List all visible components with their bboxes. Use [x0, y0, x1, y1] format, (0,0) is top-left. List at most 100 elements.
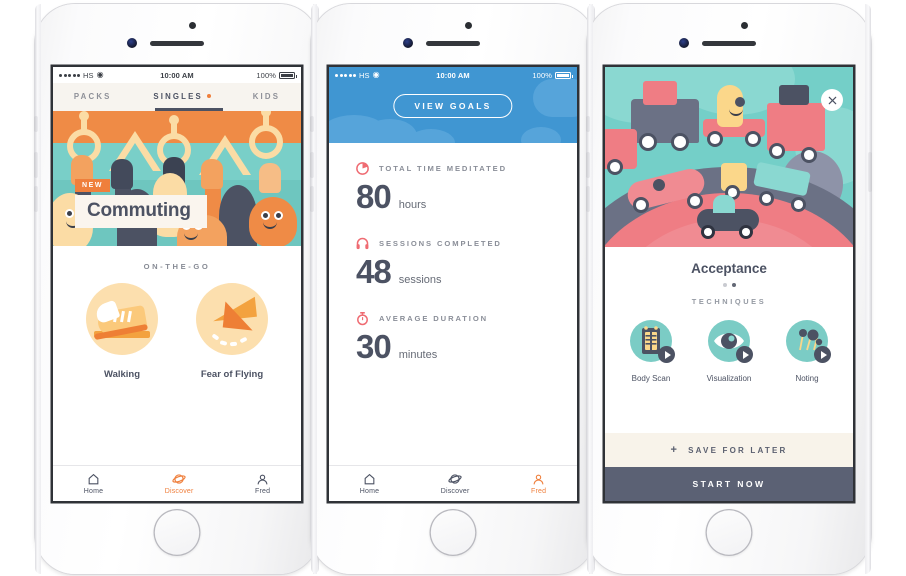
- device-edge-right: [865, 4, 871, 574]
- tab-home[interactable]: Home: [360, 473, 379, 495]
- hero-illustration-traffic: [605, 67, 853, 247]
- play-button[interactable]: [736, 346, 753, 363]
- screenshot-stage: HS ◉ 10:00 AM 100% PACKS SINGLES KIDS NE…: [0, 0, 906, 576]
- stopwatch-icon: [357, 311, 368, 326]
- volume-up-button[interactable]: [34, 152, 38, 178]
- tab-discover[interactable]: Discover: [165, 472, 194, 495]
- power-button[interactable]: [868, 152, 872, 192]
- technique-visualization[interactable]: Visualization: [698, 320, 760, 386]
- vehicle-cargo: [779, 85, 809, 105]
- wheel-icon: [701, 225, 715, 239]
- tab-fred[interactable]: Fred: [531, 473, 546, 495]
- play-button[interactable]: [658, 346, 675, 363]
- tab-fred[interactable]: Fred: [255, 473, 270, 495]
- volume-up-button[interactable]: [310, 152, 314, 178]
- character-eye: [65, 209, 74, 218]
- play-button[interactable]: [814, 346, 831, 363]
- home-button[interactable]: [429, 509, 477, 556]
- status-bar-right: 100%: [532, 71, 573, 80]
- wheel-icon: [791, 197, 806, 212]
- technique-noting[interactable]: Noting: [776, 320, 838, 386]
- card-walking[interactable]: Walking: [80, 283, 164, 382]
- stat-header: SESSIONS COMPLETED: [355, 236, 551, 251]
- character-eye: [274, 211, 283, 220]
- home-icon: [364, 473, 375, 484]
- phone-device-2: HS ◉ 10:00 AM 100% VIEW GOALS TOTAL TIME…: [310, 4, 596, 574]
- tab-home-label: Home: [83, 487, 104, 495]
- silent-switch[interactable]: [34, 116, 38, 132]
- tab-packs-label: PACKS: [73, 91, 112, 101]
- volume-down-button[interactable]: [586, 186, 590, 212]
- headphones-icon: [356, 237, 369, 250]
- cloud-shape-icon: [521, 127, 561, 143]
- volume-down-button[interactable]: [310, 186, 314, 212]
- front-camera: [127, 38, 137, 48]
- stat-value: 30: [356, 328, 392, 365]
- tab-home[interactable]: Home: [84, 473, 103, 495]
- technique-noting-label: Noting: [795, 374, 819, 383]
- technique-body-scan[interactable]: Body Scan: [620, 320, 682, 386]
- page-indicator-dots[interactable]: [605, 283, 853, 287]
- tab-fred-label: Fred: [255, 487, 271, 495]
- person-icon: [533, 474, 544, 484]
- silent-switch[interactable]: [586, 116, 590, 132]
- character-eye: [261, 211, 270, 220]
- goals-header: HS ◉ 10:00 AM 100% VIEW GOALS: [329, 67, 577, 143]
- earpiece-speaker: [702, 41, 756, 46]
- bottom-tab-bar: Home Discover Fred: [53, 465, 301, 501]
- wheel-icon: [801, 147, 817, 163]
- phone-device-1: HS ◉ 10:00 AM 100% PACKS SINGLES KIDS NE…: [34, 4, 320, 574]
- device-edge-left: [311, 4, 317, 574]
- stat-label: TOTAL TIME MEDITATED: [379, 164, 507, 173]
- save-for-later-label: SAVE FOR LATER: [688, 445, 788, 455]
- home-icon: [88, 473, 99, 484]
- hero-illustration-commuting[interactable]: NEW Commuting: [53, 111, 301, 246]
- save-for-later-button[interactable]: + SAVE FOR LATER: [605, 433, 853, 467]
- hero-title: Commuting: [87, 200, 191, 221]
- wheel-icon: [633, 197, 649, 213]
- card-fear-of-flying-label: Fear of Flying: [200, 369, 264, 380]
- battery-icon: [279, 71, 297, 79]
- paper-plane-icon: [196, 283, 268, 355]
- proximity-sensor: [465, 22, 472, 29]
- vehicle-cargo: [643, 81, 677, 105]
- start-now-button[interactable]: START NOW: [605, 467, 853, 501]
- close-button[interactable]: [821, 89, 843, 111]
- status-bar: HS ◉ 10:00 AM 100%: [329, 67, 577, 83]
- tab-singles-label: SINGLES: [153, 91, 203, 101]
- new-badge: NEW: [75, 179, 111, 192]
- stat-unit: sessions: [398, 274, 442, 286]
- tab-discover[interactable]: Discover: [441, 472, 470, 495]
- battery-icon: [555, 71, 573, 79]
- wheel-icon: [671, 133, 689, 151]
- volume-up-button[interactable]: [586, 152, 590, 178]
- home-button[interactable]: [153, 509, 201, 556]
- tab-fred-label: Fred: [531, 487, 547, 495]
- card-fear-of-flying[interactable]: Fear of Flying: [190, 283, 274, 382]
- tab-kids[interactable]: KIDS: [253, 92, 280, 103]
- stat-value-row: 80 hours: [356, 178, 551, 216]
- status-bar-right: 100%: [256, 70, 297, 80]
- stat-header: AVERAGE DURATION: [355, 311, 551, 326]
- stat-value-row: 48 sessions: [356, 253, 551, 291]
- front-camera: [679, 38, 689, 48]
- stat-header: TOTAL TIME MEDITATED: [355, 161, 551, 176]
- planet-icon: [172, 474, 186, 484]
- battery-percent-label: 100%: [256, 70, 276, 80]
- hero-title-card[interactable]: Commuting: [75, 195, 207, 228]
- silent-switch[interactable]: [310, 116, 314, 132]
- device-edge-left: [35, 4, 41, 574]
- tab-singles[interactable]: SINGLES: [153, 92, 211, 103]
- wheel-icon: [745, 131, 761, 147]
- home-button[interactable]: [705, 509, 753, 556]
- tab-packs[interactable]: PACKS: [74, 92, 112, 103]
- stat-average-duration: AVERAGE DURATION 30 minutes: [355, 311, 551, 366]
- session-title: Acceptance: [691, 261, 767, 276]
- close-icon: [828, 96, 836, 104]
- stat-unit: minutes: [398, 349, 438, 361]
- view-goals-button[interactable]: VIEW GOALS: [393, 94, 513, 118]
- volume-down-button[interactable]: [34, 186, 38, 212]
- plus-icon: +: [670, 443, 680, 456]
- character-eye: [653, 179, 665, 191]
- body-scan-icon: [630, 320, 675, 363]
